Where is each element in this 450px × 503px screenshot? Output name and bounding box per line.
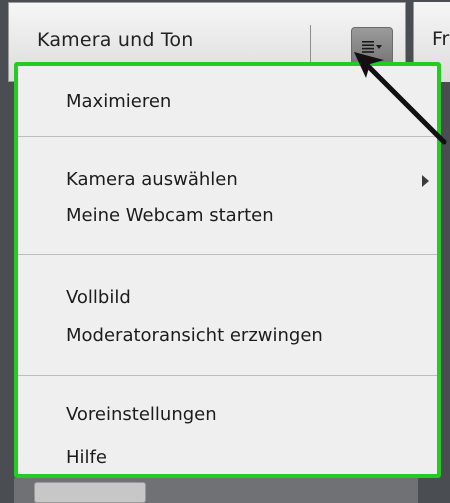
menu-item-label: Moderatoransicht erzwingen	[66, 325, 323, 346]
menu-item-label: Kamera auswählen	[66, 169, 238, 190]
menu-item-label: Voreinstellungen	[66, 404, 217, 425]
menu-item-preferences[interactable]: Voreinstellungen	[18, 397, 437, 433]
menu-item-maximize[interactable]: Maximieren	[18, 84, 437, 120]
submenu-chevron-right-icon	[422, 175, 429, 187]
menu-item-label: Hilfe	[66, 447, 107, 468]
menu-item-label: Meine Webcam starten	[66, 205, 274, 226]
menu-item-help[interactable]: Hilfe	[18, 440, 437, 476]
menu-item-select-camera[interactable]: Kamera auswählen	[18, 162, 437, 198]
menu-separator	[18, 136, 437, 137]
menu-item-label: Vollbild	[66, 287, 131, 308]
menu-item-force-presenter-view[interactable]: Moderatoransicht erzwingen	[18, 318, 437, 354]
menu-lines-dropdown-icon	[362, 41, 382, 53]
menu-separator	[18, 254, 437, 255]
pod-options-menu-button[interactable]	[351, 27, 393, 65]
pod-options-dropdown-menu: Maximieren Kamera auswählen Meine Webcam…	[14, 62, 441, 478]
menu-separator	[18, 375, 437, 376]
pod-footer-button[interactable]	[34, 482, 146, 503]
next-pod-title: Fr	[432, 28, 450, 50]
menu-item-start-webcam[interactable]: Meine Webcam starten	[18, 198, 437, 234]
menu-item-fullscreen[interactable]: Vollbild	[18, 280, 437, 316]
menu-item-label: Maximieren	[66, 91, 172, 112]
pod-title: Kamera und Ton	[37, 29, 194, 51]
